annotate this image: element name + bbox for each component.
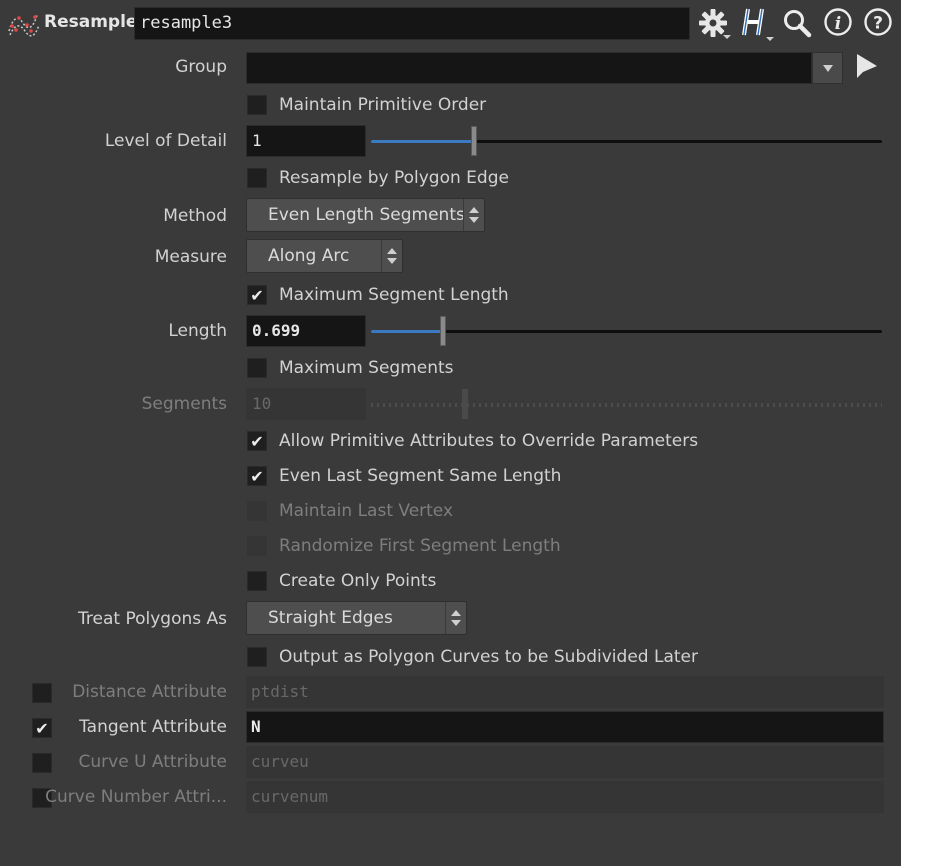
create-only-points-checkbox[interactable] [247,571,267,591]
level-of-detail-label: Level of Detail [104,131,227,151]
measure-label: Measure [154,247,227,267]
treat-polygons-as-label: Treat Polygons As [78,609,227,629]
resample-by-polygon-edge-checkbox[interactable] [247,168,267,188]
curve-u-attribute-field: curveu [246,746,884,778]
maximum-segments-checkbox[interactable] [247,358,267,378]
maximum-segment-length-checkbox[interactable]: ✔ [247,285,267,305]
tangent-attribute-field[interactable]: N [246,711,884,743]
search-icon[interactable] [781,7,813,39]
method-label: Method [163,206,227,226]
level-of-detail-slider-handle[interactable] [471,126,477,156]
maximum-segment-length-label: Maximum Segment Length [279,285,509,305]
node-header: Resample resample3 i ? [0,0,901,44]
distance-attribute-field: ptdist [246,676,884,708]
gear-icon[interactable] [697,7,733,41]
treat-polygons-as-value: Straight Edges [268,608,393,628]
measure-value: Along Arc [268,246,350,266]
chevron-down-icon [823,65,833,72]
select-arrow-icon[interactable] [854,52,880,82]
curve-u-attribute-label: Curve U Attribute [78,752,227,772]
length-slider[interactable] [371,330,882,333]
curve-number-attribute-label: Curve Number Attri... [45,787,227,807]
svg-text:i: i [835,14,841,34]
houdini-h-icon[interactable] [740,5,776,43]
randomize-first-segment-label: Randomize First Segment Length [279,536,561,556]
allow-prim-attrs-label: Allow Primitive Attributes to Override P… [279,431,699,451]
resample-node-icon [7,9,41,39]
help-icon[interactable]: ? [862,7,894,39]
segments-label: Segments [141,394,227,414]
group-field[interactable] [246,52,812,84]
maximum-segments-label: Maximum Segments [279,358,454,378]
updown-arrows-icon [445,602,466,634]
checkmark-icon: ✔ [250,432,264,451]
node-type-label: Resample [44,12,138,32]
checkmark-icon: ✔ [250,467,264,486]
segments-slider-handle [462,389,468,419]
even-last-segment-label: Even Last Segment Same Length [279,466,562,486]
parameter-panel: Resample resample3 i ? Group Maintain Pr… [0,0,901,866]
maintain-last-vertex-checkbox [247,501,267,521]
level-of-detail-slider[interactable] [371,140,882,143]
group-label: Group [175,57,227,77]
distance-attribute-toggle[interactable] [32,683,52,703]
resample-by-polygon-edge-label: Resample by Polygon Edge [279,168,509,188]
svg-text:?: ? [873,14,883,34]
maintain-primitive-order-label: Maintain Primitive Order [279,95,487,115]
info-icon[interactable]: i [822,7,854,39]
create-only-points-label: Create Only Points [279,571,437,591]
level-of-detail-field[interactable]: 1 [246,125,366,157]
curve-number-attribute-field: curvenum [246,781,884,813]
maintain-last-vertex-label: Maintain Last Vertex [279,501,454,521]
node-name-field[interactable]: resample3 [134,7,690,40]
group-dropdown-button[interactable] [812,52,843,84]
distance-attribute-label: Distance Attribute [72,682,227,702]
length-slider-handle[interactable] [440,316,446,346]
tangent-attribute-label: Tangent Attribute [79,717,227,737]
treat-polygons-as-menu[interactable]: Straight Edges [246,601,467,635]
level-of-detail-slider-fill [371,140,474,143]
measure-menu[interactable]: Along Arc [246,239,403,273]
length-slider-fill [371,330,443,333]
checkmark-icon: ✔ [250,286,264,305]
allow-prim-attrs-checkbox[interactable]: ✔ [247,431,267,451]
randomize-first-segment-checkbox [247,536,267,556]
curve-u-attribute-toggle[interactable] [32,753,52,773]
updown-arrows-icon [463,199,484,231]
checkmark-icon: ✔ [35,719,49,738]
output-as-polygon-curves-label: Output as Polygon Curves to be Subdivide… [279,647,698,667]
maintain-primitive-order-checkbox[interactable] [247,95,267,115]
updown-arrows-icon [381,240,402,272]
segments-slider [371,403,882,407]
length-label: Length [168,321,227,341]
even-last-segment-checkbox[interactable]: ✔ [247,466,267,486]
length-field[interactable]: 0.699 [246,315,366,347]
output-as-polygon-curves-checkbox[interactable] [247,647,267,667]
segments-field: 10 [246,388,366,420]
method-value: Even Length Segments [268,205,465,225]
method-menu[interactable]: Even Length Segments [246,198,485,232]
tangent-attribute-toggle[interactable]: ✔ [32,718,52,738]
